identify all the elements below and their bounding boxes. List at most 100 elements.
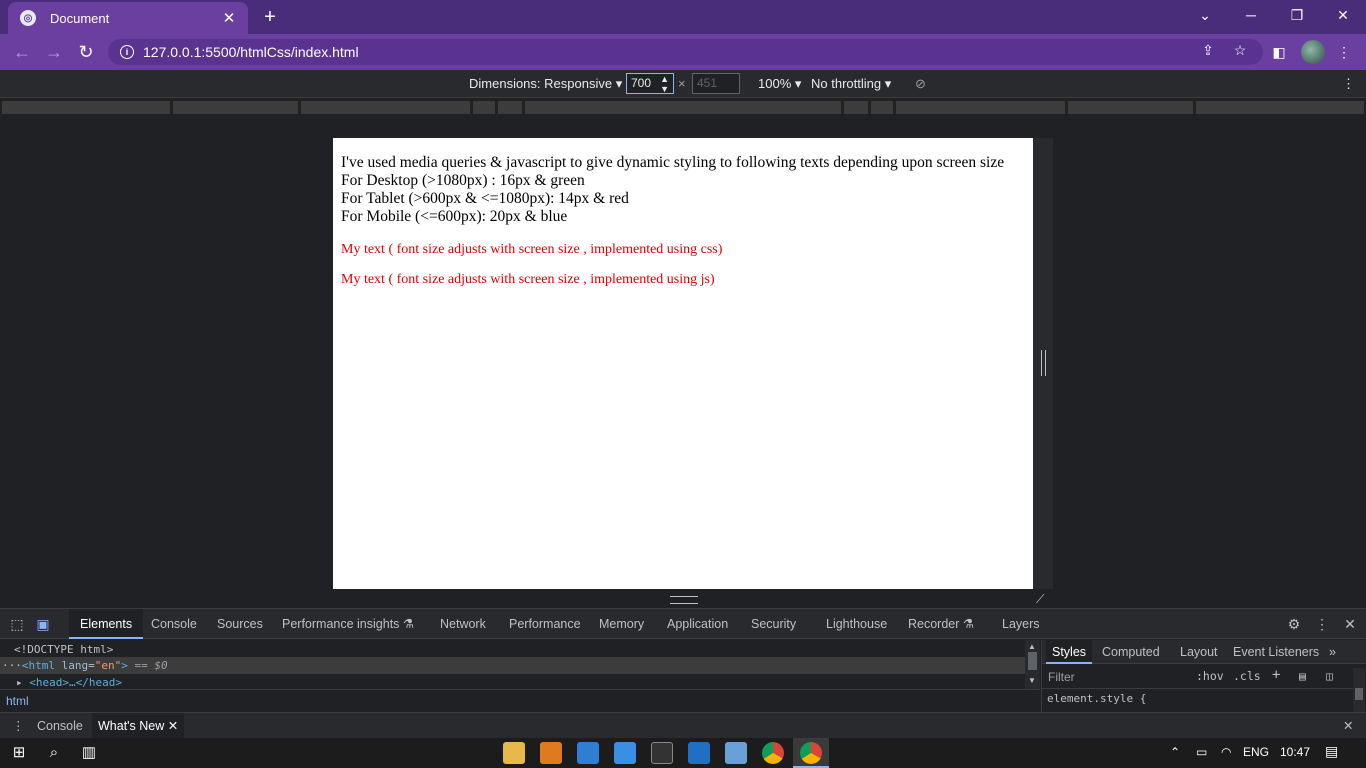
tab-security[interactable]: Security — [751, 609, 796, 639]
media-query-segment[interactable] — [173, 101, 298, 114]
active-app-highlight[interactable] — [793, 738, 829, 768]
scroll-thumb[interactable] — [1355, 688, 1363, 700]
expand-triangle-icon[interactable]: ▸ — [16, 676, 23, 689]
tab-lighthouse[interactable]: Lighthouse — [826, 609, 887, 639]
tab-memory[interactable]: Memory — [599, 609, 644, 639]
dom-node-html[interactable]: ···<html lang="en"> == $0 — [0, 657, 1025, 674]
tab-performance-insights[interactable]: Performance insights ⚗ — [282, 609, 414, 639]
profile-avatar[interactable] — [1301, 40, 1325, 64]
more-tabs-icon[interactable]: » — [1329, 640, 1336, 664]
vscode-icon[interactable] — [688, 742, 710, 764]
side-panel-icon[interactable]: ◧ — [1267, 40, 1291, 64]
inspect-element-icon[interactable]: ⬚ — [8, 615, 26, 633]
media-query-segment[interactable] — [844, 101, 868, 114]
reload-button[interactable]: ↻ — [74, 40, 98, 64]
scroll-up-icon[interactable]: ▲ — [1028, 642, 1036, 651]
tab-network[interactable]: Network — [440, 609, 486, 639]
breadcrumb[interactable]: html — [0, 689, 1040, 713]
wifi-icon[interactable]: ◠ — [1221, 745, 1231, 759]
stepper-icon[interactable]: ▲ ▼ — [660, 74, 669, 94]
tab-console[interactable]: Console — [151, 609, 197, 639]
rotate-icon[interactable]: ⊘ — [915, 76, 926, 92]
minimize-button[interactable]: ─ — [1228, 0, 1274, 30]
paint-icon[interactable] — [614, 742, 636, 764]
media-query-segment[interactable] — [871, 101, 893, 114]
dom-node-doctype[interactable]: <!DOCTYPE html> — [0, 641, 1025, 658]
close-tab-icon[interactable]: ✕ — [168, 719, 178, 733]
resize-corner-icon[interactable]: ⟋ — [1036, 592, 1050, 606]
notifications-icon[interactable]: ▤ — [1325, 743, 1338, 760]
tab-computed[interactable]: Computed — [1102, 640, 1160, 664]
toggle-sidebar-icon[interactable]: ◫ — [1326, 669, 1333, 683]
task-view-icon[interactable]: ▥ — [78, 742, 100, 764]
clock-time[interactable]: 10:47 — [1280, 745, 1310, 759]
drawer-tab-console[interactable]: Console — [37, 713, 83, 739]
height-input[interactable]: 451 — [692, 73, 740, 94]
forward-button[interactable]: → — [42, 40, 66, 64]
drawer-tab-whats-new[interactable]: What's New ✕ — [92, 713, 185, 739]
search-icon[interactable]: ⌕ — [43, 742, 65, 764]
dimensions-dropdown[interactable]: Dimensions: Responsive ▾ — [469, 76, 622, 92]
sublime-text-icon[interactable] — [540, 742, 562, 764]
remote-desktop-icon[interactable] — [577, 742, 599, 764]
devtools-menu-icon[interactable]: ⋮ — [1313, 615, 1331, 633]
add-rule-icon[interactable]: + — [1272, 667, 1280, 683]
media-query-segment[interactable] — [1068, 101, 1193, 114]
battery-icon[interactable]: ▭ — [1196, 745, 1207, 759]
media-query-segment[interactable] — [1196, 101, 1364, 114]
browser-tab[interactable]: ◎ Document ✕ — [8, 2, 248, 34]
notepad-icon[interactable] — [725, 742, 747, 764]
media-query-segment[interactable] — [525, 101, 841, 114]
scroll-down-icon[interactable]: ▼ — [1028, 676, 1036, 685]
throttling-dropdown[interactable]: No throttling ▾ — [811, 76, 891, 92]
command-prompt-icon[interactable] — [651, 742, 673, 764]
share-icon[interactable]: ⇪ — [1198, 42, 1218, 59]
media-query-segment[interactable] — [498, 101, 522, 114]
windows-start-icon[interactable]: ⊞ — [8, 742, 30, 764]
tab-layout[interactable]: Layout — [1180, 640, 1218, 664]
restore-button[interactable]: ❐ — [1274, 0, 1320, 30]
styles-filter-input[interactable]: Filter — [1048, 668, 1188, 686]
media-query-segment[interactable] — [301, 101, 470, 114]
drawer-menu-icon[interactable]: ⋮ — [12, 713, 25, 739]
cls-toggle[interactable]: .cls — [1233, 669, 1261, 683]
media-query-segment[interactable] — [896, 101, 1065, 114]
tab-layers[interactable]: Layers — [1002, 609, 1040, 639]
elements-scrollbar[interactable]: ▲ ▼ — [1025, 640, 1040, 689]
close-window-button[interactable]: ✕ — [1320, 0, 1366, 30]
settings-gear-icon[interactable]: ⚙ — [1285, 615, 1303, 633]
tray-chevron-icon[interactable]: ⌃ — [1170, 745, 1180, 759]
media-query-segment[interactable] — [473, 101, 495, 114]
resize-handle-right[interactable] — [1033, 138, 1053, 589]
tab-sources[interactable]: Sources — [217, 609, 263, 639]
chrome-menu-icon[interactable]: ⋮ — [1332, 40, 1356, 64]
close-tab-icon[interactable]: ✕ — [220, 9, 238, 27]
address-bar[interactable]: i 127.0.0.1:5500/htmlCss/index.html — [108, 39, 1263, 65]
resize-handle-bottom[interactable] — [670, 596, 698, 604]
element-style-rule[interactable]: element.style { — [1047, 692, 1146, 705]
close-drawer-icon[interactable]: ✕ — [1343, 713, 1353, 739]
tab-recorder[interactable]: Recorder ⚗ — [908, 609, 974, 639]
tab-event-listeners[interactable]: Event Listeners — [1233, 640, 1319, 664]
zoom-dropdown[interactable]: 100% ▾ — [758, 76, 801, 92]
language-indicator[interactable]: ENG — [1243, 745, 1269, 759]
breadcrumb-html[interactable]: html — [6, 694, 29, 708]
tab-search-icon[interactable]: ⌄ — [1182, 0, 1228, 30]
styles-scrollbar[interactable] — [1353, 668, 1365, 713]
tab-application[interactable]: Application — [667, 609, 728, 639]
more-options-icon[interactable]: ⋮ — [1342, 76, 1355, 92]
back-button[interactable]: ← — [10, 40, 34, 64]
file-explorer-icon[interactable] — [503, 742, 525, 764]
device-toggle-icon[interactable]: ▣ — [34, 615, 52, 633]
scroll-thumb[interactable] — [1028, 652, 1037, 670]
media-query-segment[interactable] — [2, 101, 170, 114]
close-devtools-icon[interactable]: ✕ — [1341, 615, 1359, 633]
tab-elements[interactable]: Elements — [69, 609, 144, 639]
tab-performance[interactable]: Performance — [509, 609, 581, 639]
bookmark-star-icon[interactable]: ☆ — [1230, 42, 1250, 59]
tab-styles[interactable]: Styles — [1046, 640, 1093, 664]
chrome-icon[interactable] — [762, 742, 784, 764]
width-input[interactable]: 700 ▲ ▼ — [626, 73, 674, 94]
new-tab-button[interactable]: + — [258, 5, 282, 29]
site-info-icon[interactable]: i — [120, 45, 134, 59]
